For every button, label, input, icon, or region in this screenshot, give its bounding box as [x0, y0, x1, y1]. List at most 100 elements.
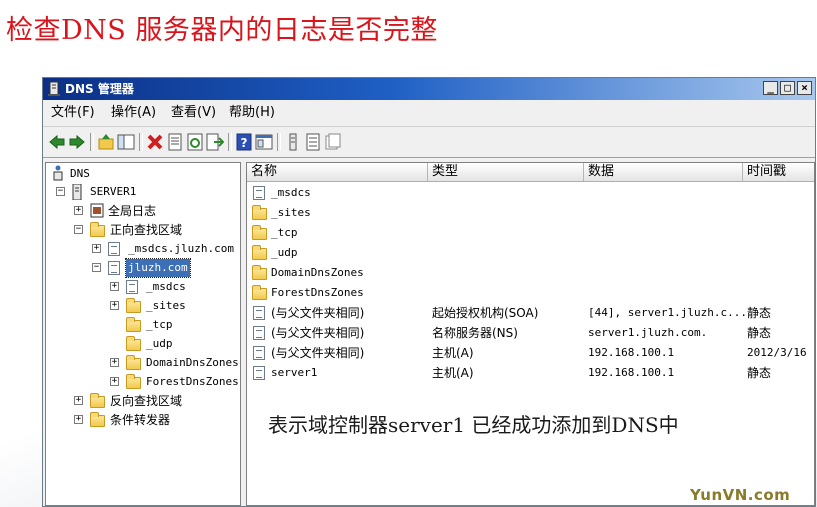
tree-label: 全局日志	[108, 204, 157, 218]
list-view-icon[interactable]	[304, 133, 322, 151]
list-item-name: _udp	[271, 246, 298, 259]
record-type: 主机(A)	[432, 346, 474, 360]
folder-icon	[90, 393, 105, 408]
expand-icon[interactable]: +	[74, 415, 83, 424]
menu-help[interactable]: 帮助(H)	[229, 101, 275, 125]
window-titlebar[interactable]: DNS 管理器 _ □ ×	[43, 78, 815, 100]
dns-manager-window: DNS 管理器 _ □ × 文件(F) 操作(A) 查看(V) 帮助(H) ? …	[42, 77, 816, 507]
tree-label: SERVER1	[90, 185, 137, 198]
expand-icon[interactable]: +	[110, 301, 119, 310]
console-icon[interactable]	[255, 133, 273, 151]
table-row[interactable]: (与父文件夹相同) 名称服务器(NS) server1.jluzh.com. 静…	[247, 323, 814, 343]
folder-icon	[126, 317, 141, 332]
menu-file[interactable]: 文件(F)	[51, 101, 95, 125]
help-icon[interactable]: ?	[235, 133, 253, 151]
tree-label: _tcp	[146, 318, 173, 331]
list-item[interactable]: _udp	[247, 243, 814, 263]
list-item[interactable]: _sites	[247, 203, 814, 223]
menu-bar: 文件(F) 操作(A) 查看(V) 帮助(H)	[43, 101, 815, 125]
tree-label: _udp	[146, 337, 173, 350]
toolbar-separator	[277, 133, 281, 151]
tree-label: _msdcs.jluzh.com	[128, 242, 234, 255]
detail-view-icon[interactable]	[324, 133, 342, 151]
resource-record-icon[interactable]	[284, 133, 302, 151]
table-row[interactable]: server1 主机(A) 192.168.100.1 静态	[247, 363, 814, 383]
record-timestamp: 静态	[747, 326, 772, 340]
zone-icon	[253, 186, 265, 200]
details-list: 名称 类型 数据 时间戳 _msdcs _sites _tcp _udp Dom…	[246, 162, 815, 506]
folder-icon	[252, 225, 267, 240]
list-item[interactable]: ForestDnsZones	[247, 283, 814, 303]
zone-icon	[108, 261, 120, 275]
folder-icon	[252, 245, 267, 260]
properties-icon[interactable]	[166, 133, 184, 151]
list-item-name: DomainDnsZones	[271, 266, 364, 279]
folder-icon	[252, 205, 267, 220]
record-data: 192.168.100.1	[588, 346, 675, 359]
up-level-icon[interactable]	[97, 133, 115, 151]
record-name: (与父文件夹相同)	[271, 306, 365, 320]
expand-icon[interactable]: +	[110, 358, 119, 367]
back-icon[interactable]	[48, 133, 66, 151]
tree-label: _msdcs	[146, 280, 186, 293]
collapse-icon[interactable]: −	[56, 187, 65, 196]
tree-label: 反向查找区域	[110, 394, 183, 408]
column-header-timestamp[interactable]: 时间戳	[743, 163, 814, 181]
list-item-name: _tcp	[271, 226, 298, 239]
tree-label: ForestDnsZones	[146, 375, 239, 388]
refresh-icon[interactable]	[186, 133, 204, 151]
folder-icon	[126, 374, 141, 389]
tree-label: DNS	[70, 167, 90, 180]
folder-icon	[252, 285, 267, 300]
list-header: 名称 类型 数据 时间戳	[247, 163, 814, 182]
column-header-name[interactable]: 名称	[247, 163, 428, 181]
column-header-type[interactable]: 类型	[428, 163, 584, 181]
forward-icon[interactable]	[68, 133, 86, 151]
tree-label: _sites	[146, 299, 186, 312]
collapse-icon[interactable]: −	[74, 225, 83, 234]
toolbar-separator	[228, 133, 232, 151]
record-timestamp: 静态	[747, 366, 772, 380]
window-title: DNS 管理器	[65, 82, 134, 96]
list-item[interactable]: DomainDnsZones	[247, 263, 814, 283]
collapse-icon[interactable]: −	[92, 263, 101, 272]
table-row[interactable]: (与父文件夹相同) 起始授权机构(SOA) [44], server1.jluz…	[247, 303, 814, 323]
maximize-button[interactable]: □	[780, 81, 795, 95]
show-tree-icon[interactable]	[117, 133, 135, 151]
record-timestamp: 静态	[747, 306, 772, 320]
expand-icon[interactable]: +	[110, 377, 119, 386]
tree-label: DomainDnsZones	[146, 356, 239, 369]
event-log-icon	[90, 203, 104, 218]
expand-icon[interactable]: +	[110, 282, 119, 291]
record-icon	[253, 306, 265, 320]
console-tree: DNS − SERVER1 + 全局日志 − 正向查找区域 + _msdcs.j…	[45, 162, 241, 506]
record-data: 192.168.100.1	[588, 366, 675, 379]
record-data: [44], server1.jluzh.c...	[588, 306, 747, 319]
slide-title: 检查DNS 服务器内的日志是否完整	[6, 15, 438, 46]
expand-icon[interactable]: +	[74, 206, 83, 215]
list-item[interactable]: _msdcs	[247, 183, 814, 203]
record-icon	[253, 346, 265, 360]
list-item-name: ForestDnsZones	[271, 286, 364, 299]
minimize-button[interactable]: _	[763, 81, 778, 95]
zone-icon	[108, 242, 120, 256]
list-item[interactable]: _tcp	[247, 223, 814, 243]
column-header-data[interactable]: 数据	[584, 163, 743, 181]
toolbar-separator	[90, 133, 94, 151]
menu-action[interactable]: 操作(A)	[111, 101, 156, 125]
table-row[interactable]: (与父文件夹相同) 主机(A) 192.168.100.1 2012/3/16	[247, 343, 814, 363]
slide-caption: 表示域控制器server1 已经成功添加到DNS中	[268, 413, 679, 437]
close-button[interactable]: ×	[797, 81, 812, 95]
tree-label: jluzh.com	[125, 258, 191, 278]
record-name: (与父文件夹相同)	[271, 326, 365, 340]
folder-icon	[126, 336, 141, 351]
export-list-icon[interactable]	[206, 133, 224, 151]
record-type: 起始授权机构(SOA)	[432, 306, 539, 320]
server-icon	[72, 184, 82, 200]
delete-icon[interactable]	[146, 133, 164, 151]
menu-view[interactable]: 查看(V)	[171, 101, 216, 125]
expand-icon[interactable]: +	[92, 244, 101, 253]
expand-icon[interactable]: +	[74, 396, 83, 405]
list-item-name: _sites	[271, 206, 311, 219]
svg-text:?: ?	[241, 136, 248, 150]
